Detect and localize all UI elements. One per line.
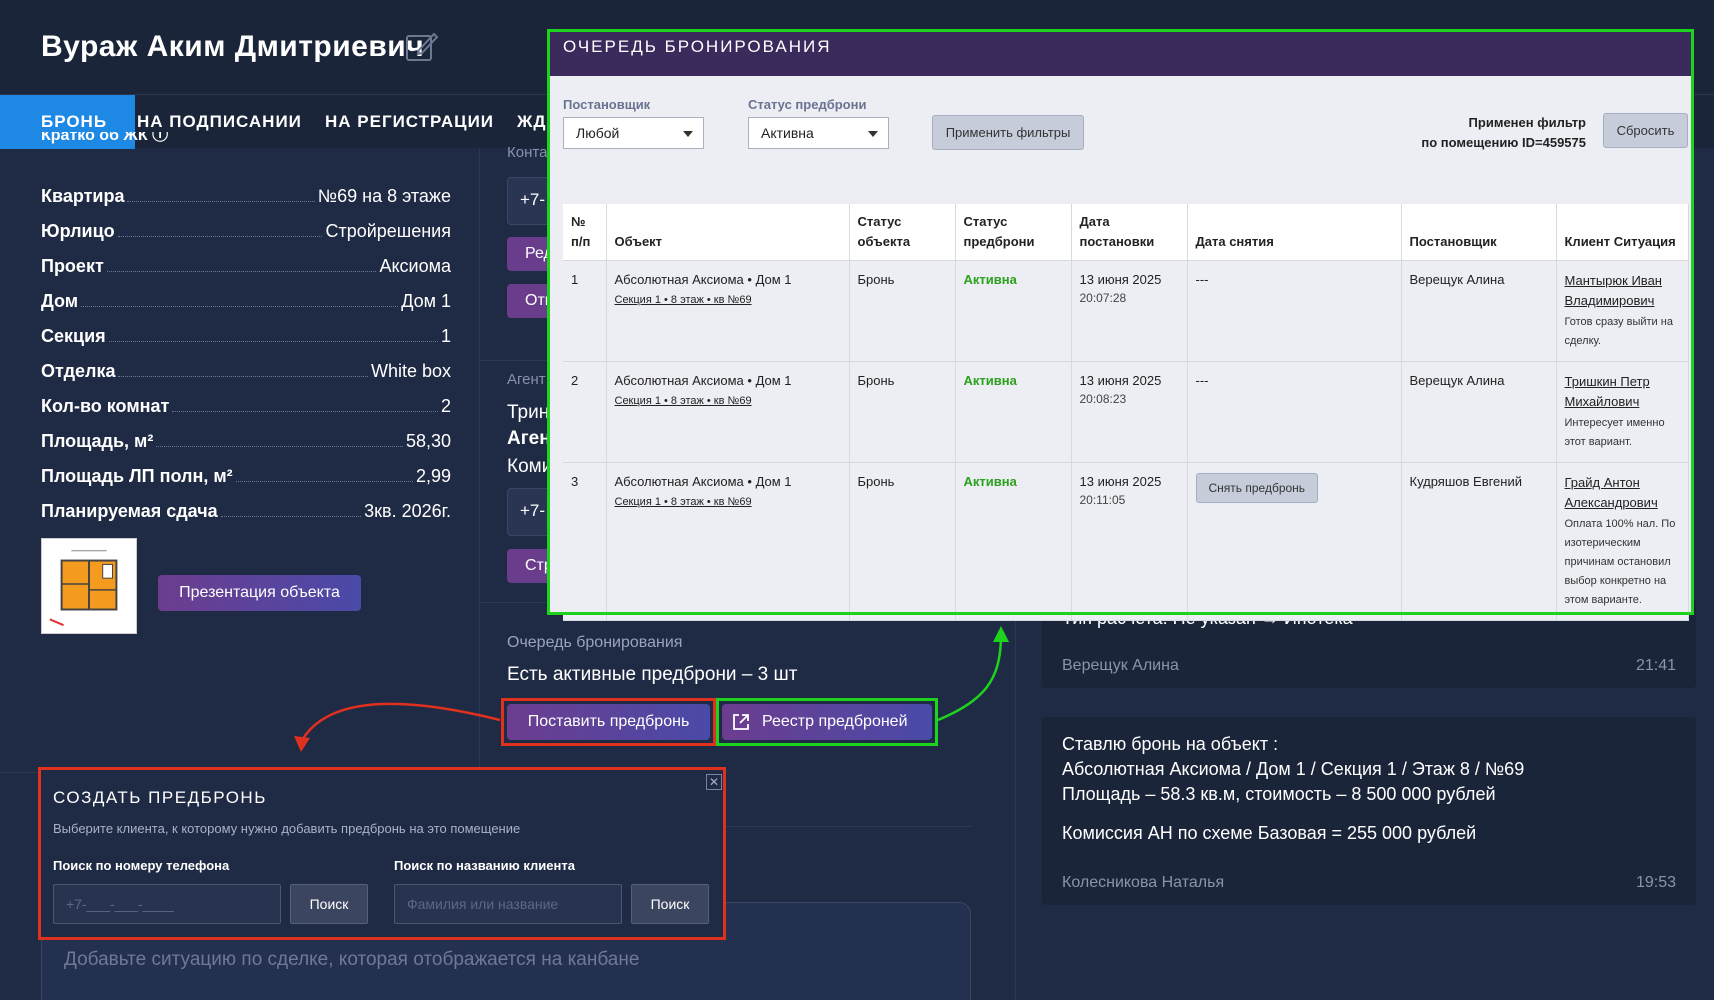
highlight-frame-green [547, 29, 1694, 615]
